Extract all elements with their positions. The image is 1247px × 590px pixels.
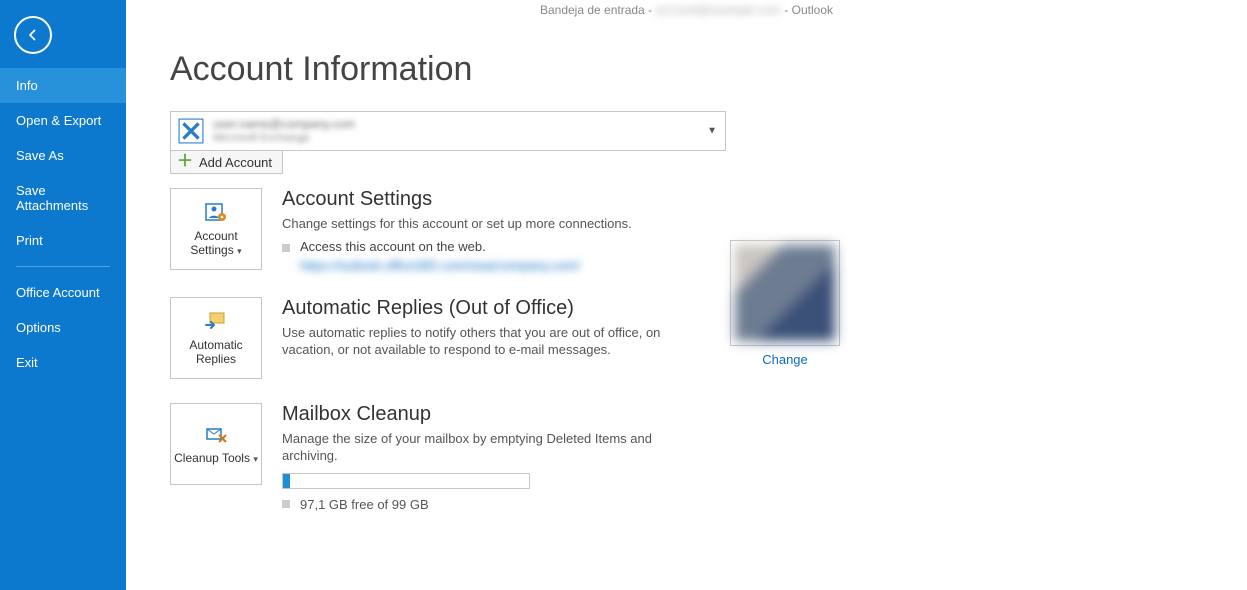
change-photo-link[interactable]: Change: [730, 352, 840, 367]
account-photo: [735, 245, 835, 341]
caret-down-icon: ▾: [253, 454, 258, 464]
account-selector[interactable]: user.name@company.com Microsoft Exchange…: [170, 111, 726, 151]
account-type: Microsoft Exchange: [213, 132, 355, 144]
main-pane: Bandeja de entrada - account@example.com…: [126, 0, 1247, 590]
mailbox-cleanup-desc: Manage the size of your mailbox by empty…: [282, 430, 702, 465]
sidebar-divider: [16, 266, 110, 267]
sidebar-item-print[interactable]: Print: [0, 223, 126, 258]
back-button[interactable]: [14, 16, 52, 54]
automatic-replies-tile-label: Automatic Replies: [171, 339, 261, 367]
bullet-icon: [282, 500, 290, 508]
sidebar-item-save-as[interactable]: Save As: [0, 138, 126, 173]
sidebar-item-exit[interactable]: Exit: [0, 345, 126, 380]
window-titlebar: Bandeja de entrada - account@example.com…: [126, 0, 1247, 20]
cleanup-tools-tile[interactable]: Cleanup Tools ▾: [170, 403, 262, 485]
account-settings-desc: Change settings for this account or set …: [282, 215, 632, 233]
mailbox-cleanup-heading: Mailbox Cleanup: [282, 403, 702, 426]
automatic-replies-tile[interactable]: Automatic Replies: [170, 297, 262, 379]
sidebar-item-open-export[interactable]: Open & Export: [0, 103, 126, 138]
account-settings-tile-label: Account Settings: [190, 229, 237, 257]
automatic-replies-heading: Automatic Replies (Out of Office): [282, 297, 702, 320]
chevron-down-icon: ▼: [707, 126, 717, 137]
owa-link[interactable]: https://outlook.office365.com/owa/compan…: [300, 258, 580, 273]
backstage-sidebar: Info Open & Export Save As Save Attachme…: [0, 0, 126, 590]
mailbox-storage-bar: [282, 473, 530, 489]
add-account-label: Add Account: [199, 155, 272, 170]
account-photo-block: Change: [730, 240, 840, 367]
titlebar-account: account@example.com: [655, 3, 781, 17]
automatic-replies-desc: Use automatic replies to notify others t…: [282, 324, 702, 359]
account-settings-tile[interactable]: Account Settings ▾: [170, 188, 262, 270]
sidebar-item-office-account[interactable]: Office Account: [0, 275, 126, 310]
account-settings-heading: Account Settings: [282, 188, 632, 211]
plus-icon: ＋: [177, 154, 193, 170]
bullet-icon: [282, 244, 290, 252]
mailbox-storage-fill: [283, 474, 290, 488]
automatic-replies-icon: [203, 309, 229, 335]
caret-down-icon: ▾: [237, 246, 242, 256]
page-title: Account Information: [170, 50, 1247, 89]
sidebar-item-options[interactable]: Options: [0, 310, 126, 345]
cleanup-tools-icon: [203, 422, 229, 448]
account-photo-frame: [730, 240, 840, 346]
account-settings-icon: [203, 200, 229, 226]
add-account-button[interactable]: ＋ Add Account: [170, 150, 283, 174]
account-email: user.name@company.com: [213, 118, 355, 131]
titlebar-suffix: - Outlook: [784, 3, 833, 17]
cleanup-tools-tile-label: Cleanup Tools: [174, 451, 250, 465]
sidebar-item-save-attachments[interactable]: Save Attachments: [0, 173, 126, 223]
exchange-icon: [177, 117, 205, 145]
access-web-text: Access this account on the web.: [300, 239, 486, 254]
titlebar-prefix: Bandeja de entrada -: [540, 3, 652, 17]
back-arrow-icon: [24, 26, 42, 44]
mailbox-storage-text: 97,1 GB free of 99 GB: [300, 497, 429, 512]
sidebar-item-info[interactable]: Info: [0, 68, 126, 103]
